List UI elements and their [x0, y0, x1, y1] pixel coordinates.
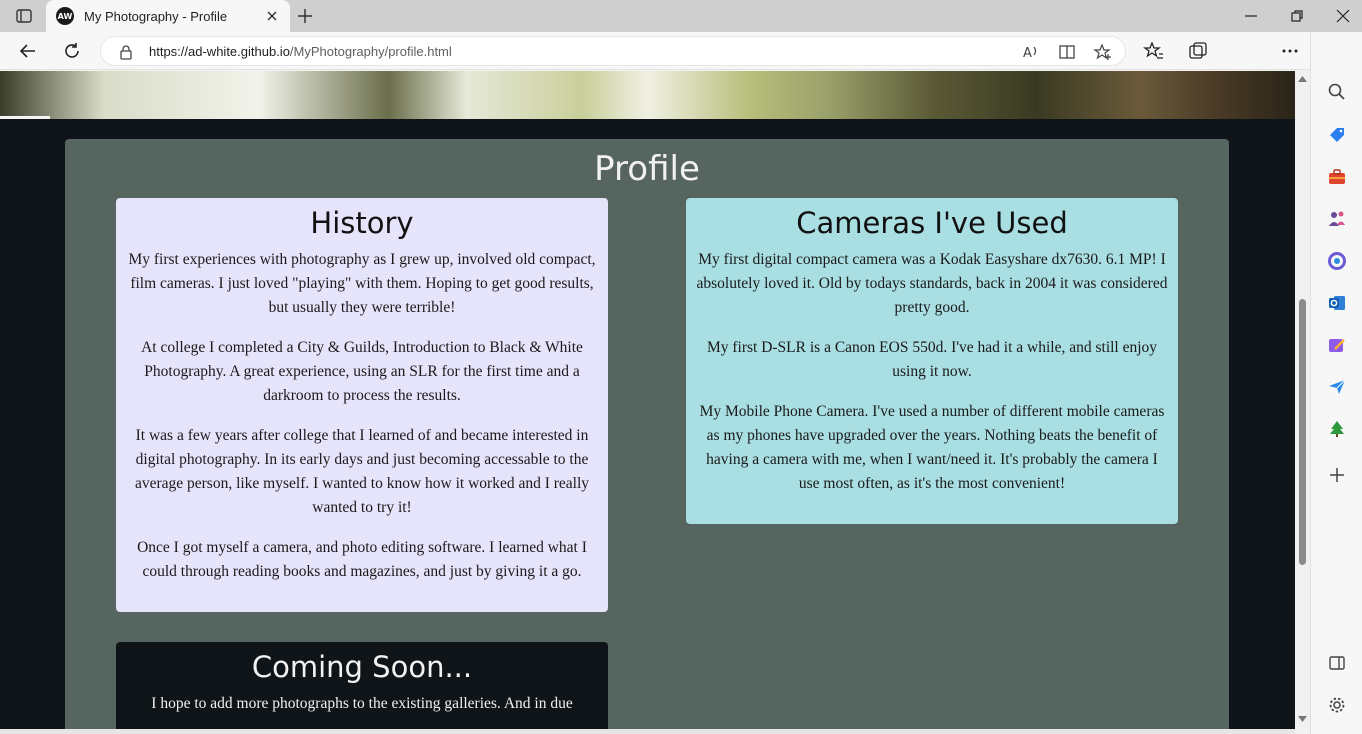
history-paragraph-3: It was a few years after college that I … — [134, 427, 590, 516]
new-tab-icon[interactable] — [294, 5, 316, 27]
url-path: /MyPhotography/profile.html — [289, 44, 452, 59]
sidebar-layout-icon[interactable] — [1327, 653, 1347, 673]
immersive-reader-icon[interactable] — [1057, 42, 1077, 62]
send-icon[interactable] — [1327, 377, 1347, 397]
collections-icon[interactable] — [1187, 40, 1209, 62]
add-sidebar-app-icon[interactable] — [1327, 465, 1347, 485]
cameras-card: Cameras I've Used My first digital compa… — [686, 198, 1178, 524]
microsoft-365-icon[interactable] — [1327, 251, 1347, 271]
vertical-scrollbar[interactable] — [1295, 71, 1310, 729]
site-favicon-icon: AW — [56, 7, 74, 25]
svg-text:A: A — [1023, 46, 1032, 61]
page-title: Profile — [594, 149, 700, 189]
close-tab-icon[interactable] — [264, 8, 280, 24]
coming-soon-title: Coming Soon... — [251, 650, 473, 684]
profile-panel: Profile History My first experiences wit… — [65, 139, 1229, 729]
header-photo-edge — [0, 116, 50, 119]
history-card: History My first experiences with photog… — [116, 198, 608, 612]
refresh-icon[interactable] — [61, 40, 83, 62]
games-icon[interactable] — [1327, 209, 1347, 229]
tree-icon[interactable] — [1327, 419, 1347, 439]
cameras-title: Cameras I've Used — [796, 206, 1068, 240]
more-options-icon[interactable] — [1279, 40, 1301, 62]
cameras-paragraph-2: My first D-SLR is a Canon EOS 550d. I've… — [706, 339, 1158, 380]
shopping-tag-icon[interactable] — [1327, 125, 1347, 145]
url-host: https://ad-white.github.io — [149, 44, 290, 59]
tab-actions-button[interactable] — [12, 6, 36, 26]
history-paragraph-2: At college I completed a City & Guilds, … — [141, 339, 583, 404]
scrollbar-thumb[interactable] — [1299, 299, 1306, 565]
tab-actions-icon — [16, 9, 32, 23]
back-icon[interactable] — [17, 40, 39, 62]
coming-soon-paragraph-1: I hope to add more photographs to the ex… — [151, 695, 573, 712]
designer-icon[interactable] — [1327, 335, 1347, 355]
cameras-paragraph-3: My Mobile Phone Camera. I've used a numb… — [699, 403, 1165, 492]
tools-icon[interactable] — [1327, 167, 1347, 187]
history-paragraph-1: My first experiences with photography as… — [128, 251, 596, 316]
tab-strip: AW My Photography - Profile — [0, 0, 1362, 32]
minimize-icon[interactable] — [1241, 6, 1261, 26]
outlook-icon[interactable] — [1327, 293, 1347, 313]
cameras-paragraph-1: My first digital compact camera was a Ko… — [696, 251, 1168, 316]
edge-sidebar — [1310, 32, 1362, 734]
page-viewport[interactable]: Profile History My first experiences wit… — [0, 71, 1295, 729]
navigation-bar: https://ad-white.github.io/MyPhotography… — [0, 32, 1362, 70]
search-icon[interactable] — [1327, 82, 1347, 102]
favorites-icon[interactable] — [1143, 40, 1165, 62]
tab-title: My Photography - Profile — [84, 8, 228, 24]
read-aloud-icon[interactable]: A — [1021, 42, 1041, 62]
horizontal-scroll-area — [0, 729, 1295, 734]
scroll-down-icon[interactable] — [1298, 715, 1307, 723]
address-bar[interactable]: https://ad-white.github.io/MyPhotography… — [100, 36, 1126, 66]
lock-icon[interactable] — [119, 44, 133, 60]
restore-icon[interactable] — [1287, 6, 1307, 26]
coming-soon-card: Coming Soon... I hope to add more photog… — [116, 642, 608, 729]
header-photo — [0, 71, 1295, 119]
history-title: History — [310, 206, 414, 240]
history-paragraph-4: Once I got myself a camera, and photo ed… — [137, 539, 587, 580]
active-tab[interactable]: AW My Photography - Profile — [46, 0, 290, 32]
close-window-icon[interactable] — [1333, 6, 1353, 26]
url-text[interactable]: https://ad-white.github.io/MyPhotography… — [149, 44, 452, 59]
scroll-up-icon[interactable] — [1298, 75, 1307, 83]
settings-gear-icon[interactable] — [1327, 695, 1347, 715]
add-favorite-icon[interactable] — [1093, 42, 1113, 62]
